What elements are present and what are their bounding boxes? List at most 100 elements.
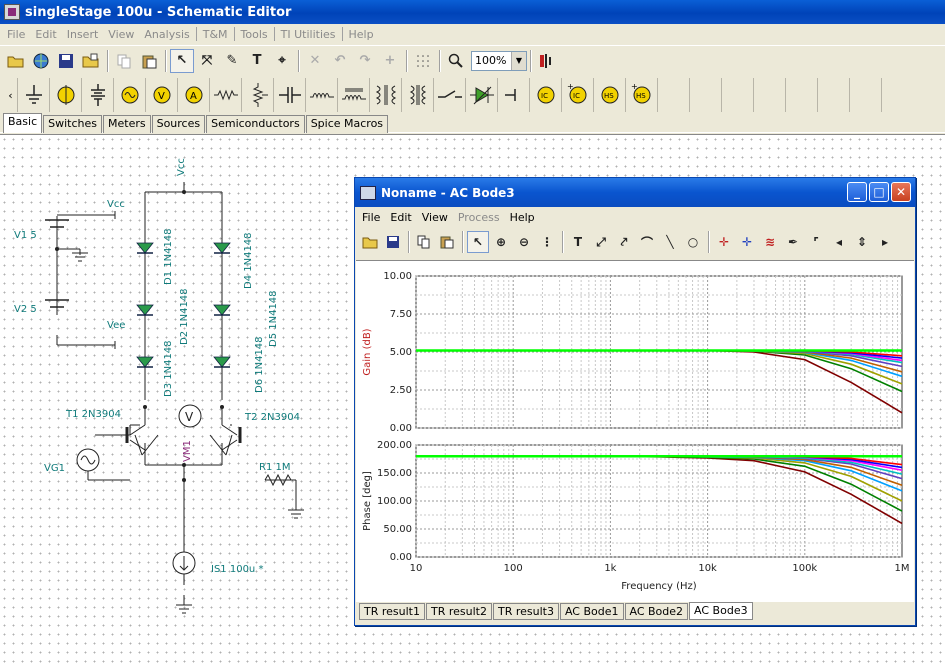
scroll-left-icon[interactable]: ‹ — [4, 78, 18, 112]
redo-icon[interactable]: ↷ — [353, 49, 377, 73]
close-icon[interactable]: ✕ — [891, 182, 911, 202]
scroll-left-icon[interactable]: ◂ — [828, 231, 850, 253]
current-controlled-source-icon[interactable]: IC — [530, 78, 562, 112]
menu-insert[interactable]: Insert — [62, 28, 104, 41]
wire-tool-icon[interactable]: ⤧ — [195, 49, 219, 73]
voltage-source-icon[interactable] — [82, 78, 114, 112]
grid-icon[interactable] — [411, 49, 435, 73]
cursor-a-icon[interactable]: ✛ — [713, 231, 735, 253]
select-arrow-icon[interactable]: ↖ — [170, 48, 194, 73]
tab-tr-result3[interactable]: TR result3 — [492, 603, 559, 620]
menu-tools[interactable]: Tools — [236, 28, 273, 41]
component-properties-icon[interactable] — [535, 49, 559, 73]
bode-title-bar[interactable]: Noname - AC Bode3 _ □ ✕ — [355, 178, 915, 207]
bode-menu-help[interactable]: Help — [505, 211, 540, 224]
open-folder-icon[interactable] — [4, 49, 28, 73]
color-picker-icon[interactable]: ✒ — [782, 231, 804, 253]
open-macro-icon[interactable] — [79, 49, 103, 73]
tab-ac-bode1[interactable]: AC Bode1 — [559, 603, 624, 620]
bode-menu-edit[interactable]: Edit — [385, 211, 416, 224]
line-label-icon[interactable]: ⤤ — [613, 231, 635, 253]
zoom-icon[interactable] — [444, 49, 468, 73]
curve-label-icon[interactable]: ⤢ — [590, 231, 612, 253]
node-icon[interactable]: + — [378, 49, 402, 73]
tab-switches[interactable]: Switches — [43, 115, 102, 133]
menu-help[interactable]: Help — [344, 28, 379, 41]
bode-menu-file[interactable]: File — [357, 211, 385, 224]
menu-view[interactable]: View — [103, 28, 139, 41]
capacitor-icon[interactable] — [274, 78, 306, 112]
paste-icon[interactable] — [436, 231, 458, 253]
toolbar-separator — [165, 49, 167, 72]
delete-icon[interactable]: ✕ — [303, 49, 327, 73]
bode-window[interactable]: Noname - AC Bode3 _ □ ✕ File Edit View P… — [354, 177, 916, 626]
switch-icon[interactable] — [434, 78, 466, 112]
tab-basic[interactable]: Basic — [3, 113, 43, 133]
ideal-transformer-icon[interactable] — [402, 78, 434, 112]
tab-meters[interactable]: Meters — [103, 115, 151, 133]
menu-file[interactable]: File — [2, 28, 30, 41]
step-response-icon[interactable]: ⌜ — [805, 231, 827, 253]
bode-plot-area[interactable]: 0.00 2.50 5.00 7.50 10.00 Gain (dB) 0.00 50.00 1… — [356, 260, 914, 602]
scroll-up-down-icon[interactable]: ⇕ — [851, 231, 873, 253]
copy-icon[interactable] — [112, 49, 136, 73]
open-folder-icon[interactable] — [359, 231, 381, 253]
node-tool-icon[interactable]: ⌖ — [270, 49, 294, 73]
terminal-icon[interactable] — [498, 78, 530, 112]
paste-icon[interactable] — [137, 49, 161, 73]
bode-menu-process[interactable]: Process — [453, 211, 505, 224]
transformer-icon[interactable] — [370, 78, 402, 112]
tab-sources[interactable]: Sources — [151, 115, 206, 133]
add-curve-icon[interactable]: ≋ — [759, 231, 781, 253]
tab-ac-bode3[interactable]: AC Bode3 — [689, 602, 753, 620]
ac-source-icon[interactable] — [114, 78, 146, 112]
ground-icon[interactable] — [18, 78, 50, 112]
curve-tool-icon[interactable]: ⌒ — [636, 231, 658, 253]
label-d4: D4 1N4148 — [243, 232, 254, 289]
bode-menu-view[interactable]: View — [417, 211, 453, 224]
scroll-right-icon[interactable]: ▸ — [874, 231, 896, 253]
grid-icon[interactable]: ⋮ — [536, 231, 558, 253]
text-tool-icon[interactable]: T — [567, 231, 589, 253]
tab-spice-macros[interactable]: Spice Macros — [305, 115, 389, 133]
menu-tm[interactable]: T&M — [198, 28, 233, 41]
undo-icon[interactable]: ↶ — [328, 49, 352, 73]
zoom-100-icon[interactable]: ⊖ — [513, 231, 535, 253]
zoom-in-icon[interactable]: ⊕ — [490, 231, 512, 253]
svg-text:+: + — [567, 82, 574, 91]
text-tool-icon[interactable]: T — [245, 49, 269, 73]
resistor-icon[interactable] — [210, 78, 242, 112]
save-icon[interactable] — [382, 231, 404, 253]
menu-analysis[interactable]: Analysis — [139, 28, 194, 41]
potentiometer-icon[interactable] — [242, 78, 274, 112]
zoom-select[interactable]: 100% ▼ — [471, 50, 527, 71]
pencil-icon[interactable]: ✎ — [220, 49, 244, 73]
cursor-b-icon[interactable]: ✛ — [736, 231, 758, 253]
tab-tr-result2[interactable]: TR result2 — [425, 603, 492, 620]
chevron-down-icon[interactable]: ▼ — [511, 51, 526, 70]
minimize-icon[interactable]: _ — [847, 182, 867, 202]
toolbar-slot — [690, 78, 722, 112]
tab-tr-result1[interactable]: TR result1 — [359, 603, 425, 620]
zener-icon[interactable] — [466, 78, 498, 112]
maximize-icon[interactable]: □ — [869, 182, 889, 202]
core-inductor-icon[interactable] — [338, 78, 370, 112]
copy-icon[interactable] — [413, 231, 435, 253]
hs-source-icon[interactable]: HS — [594, 78, 626, 112]
menu-edit[interactable]: Edit — [30, 28, 61, 41]
toolbar-separator — [107, 49, 109, 72]
web-open-icon[interactable] — [29, 49, 53, 73]
tab-semiconductors[interactable]: Semiconductors — [206, 115, 305, 133]
ellipse-tool-icon[interactable]: ○ — [682, 231, 704, 253]
select-arrow-icon[interactable]: ↖ — [467, 231, 489, 253]
battery-icon[interactable] — [50, 78, 82, 112]
line-tool-icon[interactable]: ╲ — [659, 231, 681, 253]
save-icon[interactable] — [54, 49, 78, 73]
hs-controlled-source-icon[interactable]: HS + — [626, 78, 658, 112]
ammeter-icon[interactable]: A — [178, 78, 210, 112]
tab-ac-bode2[interactable]: AC Bode2 — [624, 603, 689, 620]
voltmeter-icon[interactable]: V — [146, 78, 178, 112]
inductor-icon[interactable] — [306, 78, 338, 112]
voltage-controlled-source-icon[interactable]: IC + — [562, 78, 594, 112]
menu-ti-utilities[interactable]: TI Utilities — [276, 28, 341, 41]
